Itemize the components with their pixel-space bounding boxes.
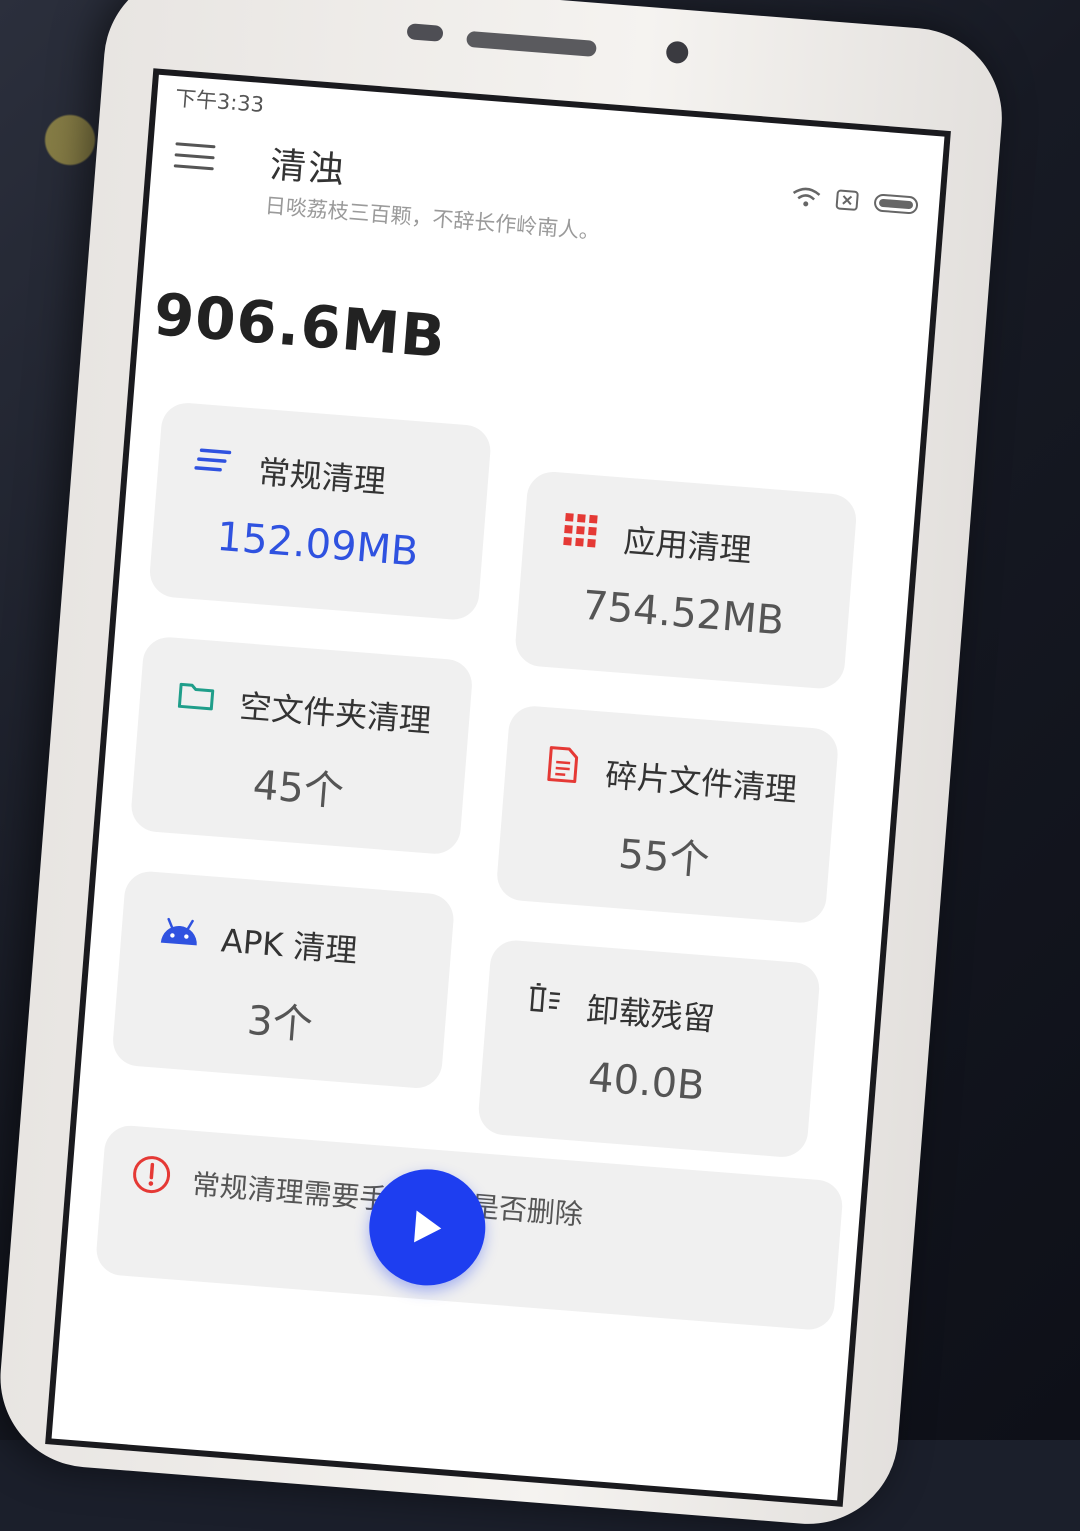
folder-icon <box>175 674 218 717</box>
grid-icon <box>559 509 602 552</box>
card-label: 卸载残留 <box>585 990 717 1039</box>
notice-text: 常规清理需要手动确认是否删除 <box>190 1161 792 1256</box>
card-uninstall-residue[interactable]: 卸载残留 40.0B <box>476 938 822 1159</box>
card-value: 152.09MB <box>215 513 420 576</box>
front-sensor <box>406 23 444 42</box>
card-value: 3个 <box>245 997 315 1049</box>
card-fragment-file-cleanup[interactable]: 碎片文件清理 55个 <box>495 704 840 925</box>
card-label: APK 清理 <box>219 921 359 970</box>
alert-icon <box>129 1152 174 1201</box>
card-app-cleanup[interactable]: 应用清理 754.52MB <box>513 470 859 691</box>
front-camera <box>665 40 690 65</box>
card-empty-folder-cleanup[interactable]: 空文件夹清理 45个 <box>129 635 474 856</box>
document-icon <box>541 743 584 786</box>
app-title: 清浊 <box>268 144 348 192</box>
earpiece-speaker <box>466 30 597 57</box>
card-value: 754.52MB <box>580 582 786 645</box>
phone-body: 下午3:33 清浊 日啖荔枝三百颗，不辞长作岭南人。 906.6MB 常规清理 … <box>0 0 1009 1531</box>
card-value: 40.0B <box>586 1054 707 1110</box>
app-subtitle: 日啖荔枝三百颗，不辞长作岭南人。 <box>264 193 601 244</box>
card-regular-cleanup[interactable]: 常规清理 152.09MB <box>148 401 493 622</box>
card-label: 应用清理 <box>622 521 753 570</box>
play-icon <box>414 1210 443 1245</box>
total-junk-size: 906.6MB <box>151 280 449 371</box>
lines-icon <box>193 440 236 483</box>
menu-icon[interactable] <box>173 142 216 175</box>
status-time: 下午3:33 <box>174 86 265 118</box>
trash-list-icon <box>522 977 565 1020</box>
card-value: 45个 <box>251 762 346 816</box>
cleanup-cards: 常规清理 152.09MB 应用清理 754.52MB 空文件夹清理 45个 碎… <box>111 399 919 1159</box>
android-icon <box>156 908 199 951</box>
card-label: 碎片文件清理 <box>603 756 799 809</box>
card-label: 空文件夹清理 <box>238 687 433 741</box>
phone-screen: 下午3:33 清浊 日啖荔枝三百颗，不辞长作岭南人。 906.6MB 常规清理 … <box>45 68 951 1507</box>
card-apk-cleanup[interactable]: APK 清理 3个 <box>111 869 456 1090</box>
card-value: 55个 <box>616 831 712 885</box>
card-label: 常规清理 <box>256 452 388 501</box>
